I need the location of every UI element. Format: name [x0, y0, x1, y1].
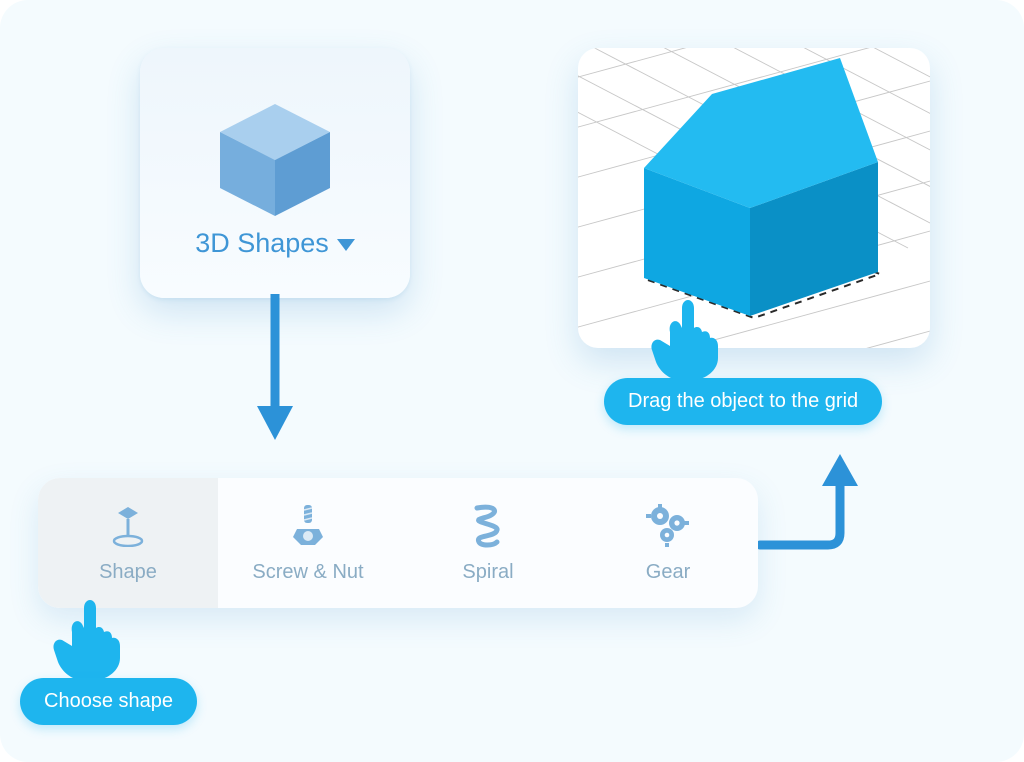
shapes-category-label: 3D Shapes [195, 228, 329, 259]
shapes-category-card[interactable]: 3D Shapes [140, 48, 410, 298]
palette-item-label: Gear [646, 561, 690, 584]
tooltip-drag-label: Drag the object to the grid [628, 390, 858, 413]
palette-item-spiral[interactable]: Spiral [398, 478, 578, 608]
arrow-elbow-up-icon [758, 452, 888, 572]
palette-item-label: Screw & Nut [252, 561, 363, 584]
screw-nut-icon [291, 503, 325, 547]
palette-item-screw-nut[interactable]: Screw & Nut [218, 478, 398, 608]
cube-icon [210, 98, 340, 218]
tooltip-drag: Drag the object to the grid [604, 378, 882, 425]
tooltip-choose: Choose shape [20, 678, 197, 725]
pointer-hand-icon [648, 294, 726, 382]
tutorial-diagram: 3D Shapes [0, 0, 1024, 762]
chevron-down-icon [337, 239, 355, 251]
palette-item-label: Shape [99, 561, 157, 584]
arrow-down-icon [253, 294, 297, 444]
spiral-icon [471, 503, 505, 547]
shapes-category-label-row: 3D Shapes [195, 228, 355, 259]
pointer-hand-icon [50, 594, 128, 682]
gear-icon [645, 503, 691, 547]
grid-preview-illustration [578, 48, 930, 348]
shape-primitive-icon [108, 503, 148, 547]
palette-item-shape[interactable]: Shape [38, 478, 218, 608]
workspace-preview [578, 48, 930, 348]
tooltip-choose-label: Choose shape [44, 690, 173, 713]
palette-item-gear[interactable]: Gear [578, 478, 758, 608]
palette-item-label: Spiral [462, 561, 513, 584]
shape-palette: Shape Screw & Nut Spiral [38, 478, 758, 608]
